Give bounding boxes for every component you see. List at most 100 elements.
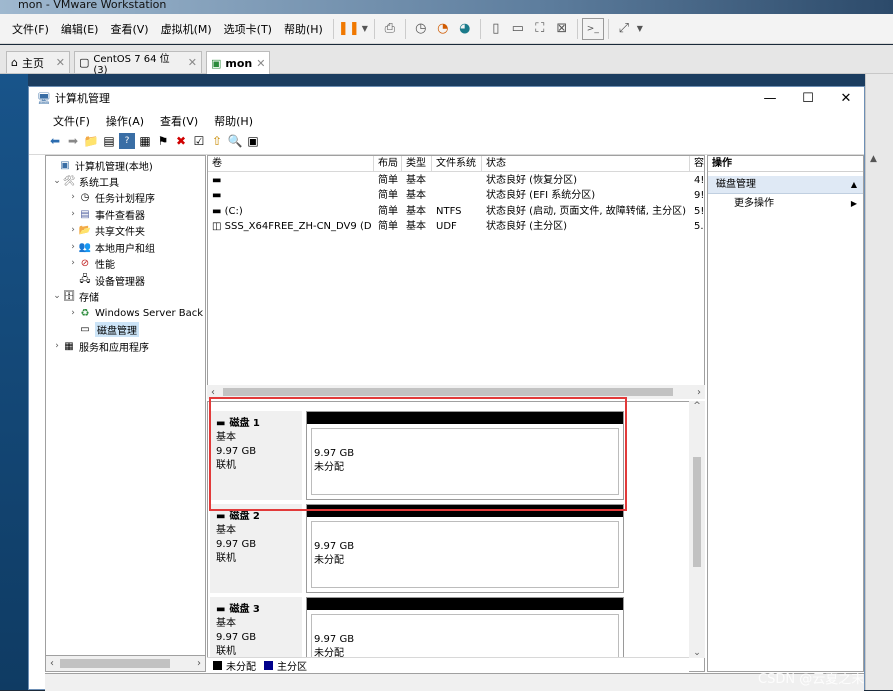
collapsed-arrow-icon[interactable]: › [68, 225, 78, 235]
layout-cell: 简单 [378, 175, 398, 186]
unity-icon[interactable]: ⊠ [551, 18, 573, 40]
console-icon[interactable]: ▦ [137, 133, 153, 149]
scroll-down-icon[interactable]: ⌄ [693, 648, 701, 658]
close-icon[interactable]: ✕ [188, 56, 197, 69]
minimize-button[interactable]: — [753, 87, 787, 109]
menu-action[interactable]: 操作(A) [98, 113, 152, 128]
unallocated-partition[interactable]: 9.97 GB 未分配 [306, 504, 624, 593]
scroll-left-icon[interactable]: ‹ [50, 658, 54, 669]
dropdown-icon[interactable]: ▼ [360, 18, 370, 40]
col-header-capacity[interactable]: 容 [690, 156, 704, 172]
tree-item-disk-management[interactable]: ▭ 磁盘管理 [68, 321, 139, 337]
volume-cell: ▬ [212, 188, 372, 203]
snapshot-icon[interactable]: ◷ [410, 18, 432, 40]
check-icon[interactable]: ☑ [191, 133, 207, 149]
scroll-up-icon[interactable]: ^ [693, 401, 701, 411]
dropdown-icon[interactable]: ▼ [635, 18, 645, 40]
tree-item-windows-server-backup[interactable]: › ♻ Windows Server Back [68, 305, 203, 321]
scroll-right-icon[interactable]: › [697, 387, 701, 398]
menu-help[interactable]: 帮助(H) [206, 113, 261, 128]
layout-cell: 简单 [378, 206, 398, 217]
disk-info[interactable]: ▬ 磁盘 2 基本 9.97 GB 联机 [210, 504, 302, 593]
disk-vertical-scrollbar[interactable]: ^ ⌄ [689, 401, 705, 658]
tree-item-shared-folders[interactable]: › 📂 共享文件夹 [68, 222, 145, 238]
tree-horizontal-scrollbar[interactable]: ‹ › [45, 655, 206, 672]
col-header-type[interactable]: 类型 [402, 156, 432, 172]
tab-home[interactable]: ⌂ 主页 ✕ [6, 51, 70, 73]
back-arrow-icon[interactable]: ⬅ [47, 133, 63, 149]
vm-menu-help[interactable]: 帮助(H) [278, 21, 329, 37]
tree-item-device-manager[interactable]: 🖧 设备管理器 [68, 272, 145, 288]
collapsed-arrow-icon[interactable]: › [68, 242, 78, 252]
scrollbar-thumb[interactable] [693, 457, 701, 567]
more-actions-item[interactable]: 更多操作 ▶ [708, 196, 863, 212]
vm-menu-view[interactable]: 查看(V) [104, 21, 154, 37]
col-header-layout[interactable]: 布局 [374, 156, 402, 172]
type-cell: 基本 [406, 175, 426, 186]
upload-icon[interactable]: ⇧ [209, 133, 225, 149]
collapsed-arrow-icon[interactable]: › [68, 258, 78, 268]
tab-centos[interactable]: ▢ CentOS 7 64 位 (3) ✕ [74, 51, 202, 76]
scrollbar-thumb[interactable] [223, 388, 673, 396]
tree-item-event-viewer[interactable]: › ▤ 事件查看器 [68, 206, 145, 222]
show-hide-tree-icon[interactable]: ▤ [101, 133, 117, 149]
console-view-icon[interactable]: >_ [581, 17, 604, 40]
maximize-button[interactable]: ☐ [791, 87, 825, 109]
delete-icon[interactable]: ✖ [173, 133, 189, 149]
help-icon[interactable]: ? [119, 133, 135, 149]
primary-partition-swatch [264, 660, 273, 670]
tree-item-label: Windows Server Back [95, 307, 204, 319]
stretch-icon[interactable]: ⤢ [613, 18, 635, 40]
collapsed-arrow-icon[interactable]: › [68, 209, 78, 219]
collapsed-arrow-icon[interactable]: › [68, 192, 78, 202]
forward-arrow-icon[interactable]: ➡ [65, 133, 81, 149]
tree-item-task-scheduler[interactable]: › ◷ 任务计划程序 [68, 189, 155, 205]
tree-item-computer-mgmt[interactable]: ▣ 计算机管理(本地) [48, 157, 153, 173]
disk-icon: ▬ [216, 604, 226, 615]
col-header-filesystem[interactable]: 文件系统 [432, 156, 482, 172]
connect-icon[interactable]: ⚑ [155, 133, 171, 149]
toolbar-separator [576, 18, 578, 39]
sidebar-toggle-icon[interactable]: ▯ [485, 18, 507, 40]
expanded-arrow-icon[interactable]: ⌄ [52, 291, 62, 301]
tab-mon[interactable]: ▣ mon ✕ [206, 51, 270, 74]
thumbnail-bar-icon[interactable]: ▭ [507, 18, 529, 40]
scroll-right-icon[interactable]: › [197, 658, 201, 669]
up-level-icon[interactable]: 📁 [83, 133, 99, 149]
toolbar-separator [607, 18, 609, 39]
scrollbar-thumb[interactable] [60, 659, 170, 668]
tree-item-storage[interactable]: ⌄ 🗄 存储 [52, 288, 99, 304]
vm-icon: ▢ [79, 56, 90, 69]
actions-section-disk-mgmt[interactable]: 磁盘管理 ▲ [708, 176, 863, 194]
col-header-volume[interactable]: 卷 [208, 156, 374, 172]
vm-menu-file[interactable]: 文件(F) [6, 21, 55, 37]
vm-menu-tabs[interactable]: 选项卡(T) [218, 21, 278, 37]
snapshot-manager-icon[interactable]: ◕ [454, 18, 476, 40]
close-button[interactable]: ✕ [829, 87, 863, 109]
actions-pane: 操作 磁盘管理 ▲ 更多操作 ▶ [707, 155, 864, 672]
send-ctrl-alt-del-icon[interactable]: ⎙ [379, 18, 401, 40]
properties-icon[interactable]: ▣ [245, 133, 261, 149]
collapse-icon[interactable]: ▲ [851, 176, 857, 193]
menu-file[interactable]: 文件(F) [45, 113, 98, 128]
close-icon[interactable]: ✕ [56, 56, 65, 69]
scroll-up-icon[interactable]: ▲ [870, 154, 877, 164]
vm-menu-edit[interactable]: 编辑(E) [55, 21, 105, 37]
revert-snapshot-icon[interactable]: ◔ [432, 18, 454, 40]
vm-menu-vm[interactable]: 虚拟机(M) [155, 21, 218, 37]
pause-icon[interactable]: ❚❚ [338, 18, 360, 40]
close-icon[interactable]: ✕ [256, 57, 265, 70]
search-icon[interactable]: 🔍 [227, 133, 243, 149]
collapsed-arrow-icon[interactable]: › [52, 341, 62, 351]
tree-item-system-tools[interactable]: ⌄ 🛠 系统工具 [52, 173, 119, 189]
collapsed-arrow-icon[interactable]: › [68, 308, 78, 318]
col-header-status[interactable]: 状态 [482, 156, 690, 172]
scroll-left-icon[interactable]: ‹ [211, 387, 215, 398]
menu-view[interactable]: 查看(V) [152, 113, 206, 128]
fullscreen-icon[interactable]: ⛶ [529, 18, 551, 40]
expanded-arrow-icon[interactable]: ⌄ [52, 176, 62, 186]
volume-cell: ▬ (C:) [212, 206, 243, 217]
tree-item-local-users[interactable]: › 👥 本地用户和组 [68, 239, 155, 255]
tree-item-performance[interactable]: › ⊘ 性能 [68, 255, 115, 271]
tree-item-services-apps[interactable]: › ▦ 服务和应用程序 [52, 338, 149, 354]
